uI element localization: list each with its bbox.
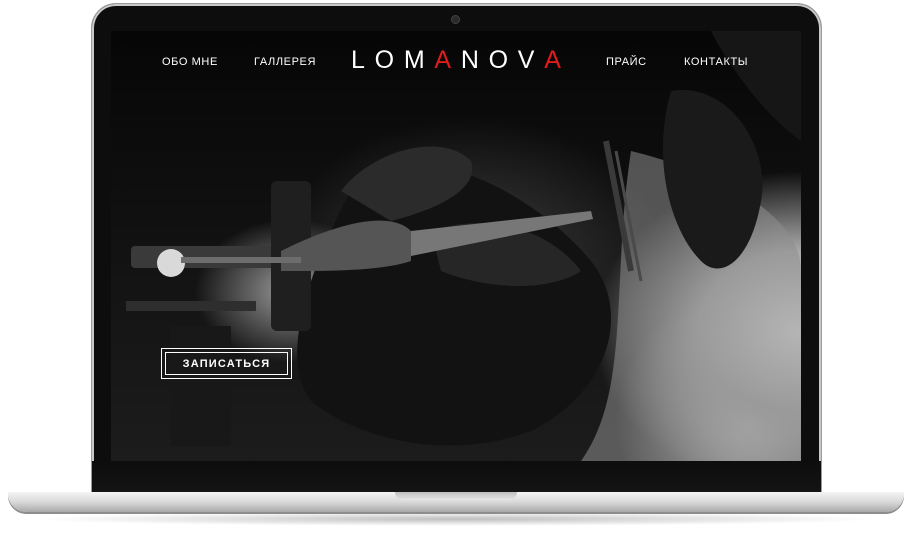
hero-tattoo-photo [126, 31, 801, 461]
logo-letter: O [488, 45, 509, 74]
logo-letter: M [403, 45, 425, 74]
laptop-shadow [30, 512, 882, 526]
book-appointment-label: ЗАПИСАТЬСЯ [182, 357, 271, 370]
nav-prices[interactable]: ПРАЙС [606, 56, 647, 68]
logo-letter-accent: A [544, 45, 561, 74]
nav-gallery[interactable]: ГАЛЛЕРЕЯ [254, 56, 316, 68]
logo-letter: L [351, 45, 365, 74]
webcam-icon [452, 16, 459, 23]
nav-about[interactable]: ОБО МНЕ [162, 56, 218, 68]
logo-letter-accent: A [434, 45, 452, 74]
book-appointment-button[interactable]: ЗАПИСАТЬСЯ [161, 348, 292, 379]
site-logo[interactable]: L O M A N O V A [351, 45, 561, 75]
logo-letter: O [374, 45, 395, 74]
logo-letter: V [517, 45, 535, 74]
website-screen: ОБО МНЕ ГАЛЛЕРЕЯ L O M A N O V A ПРАЙС К… [111, 31, 801, 461]
laptop-opening-notch [395, 492, 517, 500]
laptop-chin [92, 461, 821, 494]
nav-contacts[interactable]: КОНТАКТЫ [684, 56, 748, 68]
logo-letter: N [460, 45, 479, 74]
